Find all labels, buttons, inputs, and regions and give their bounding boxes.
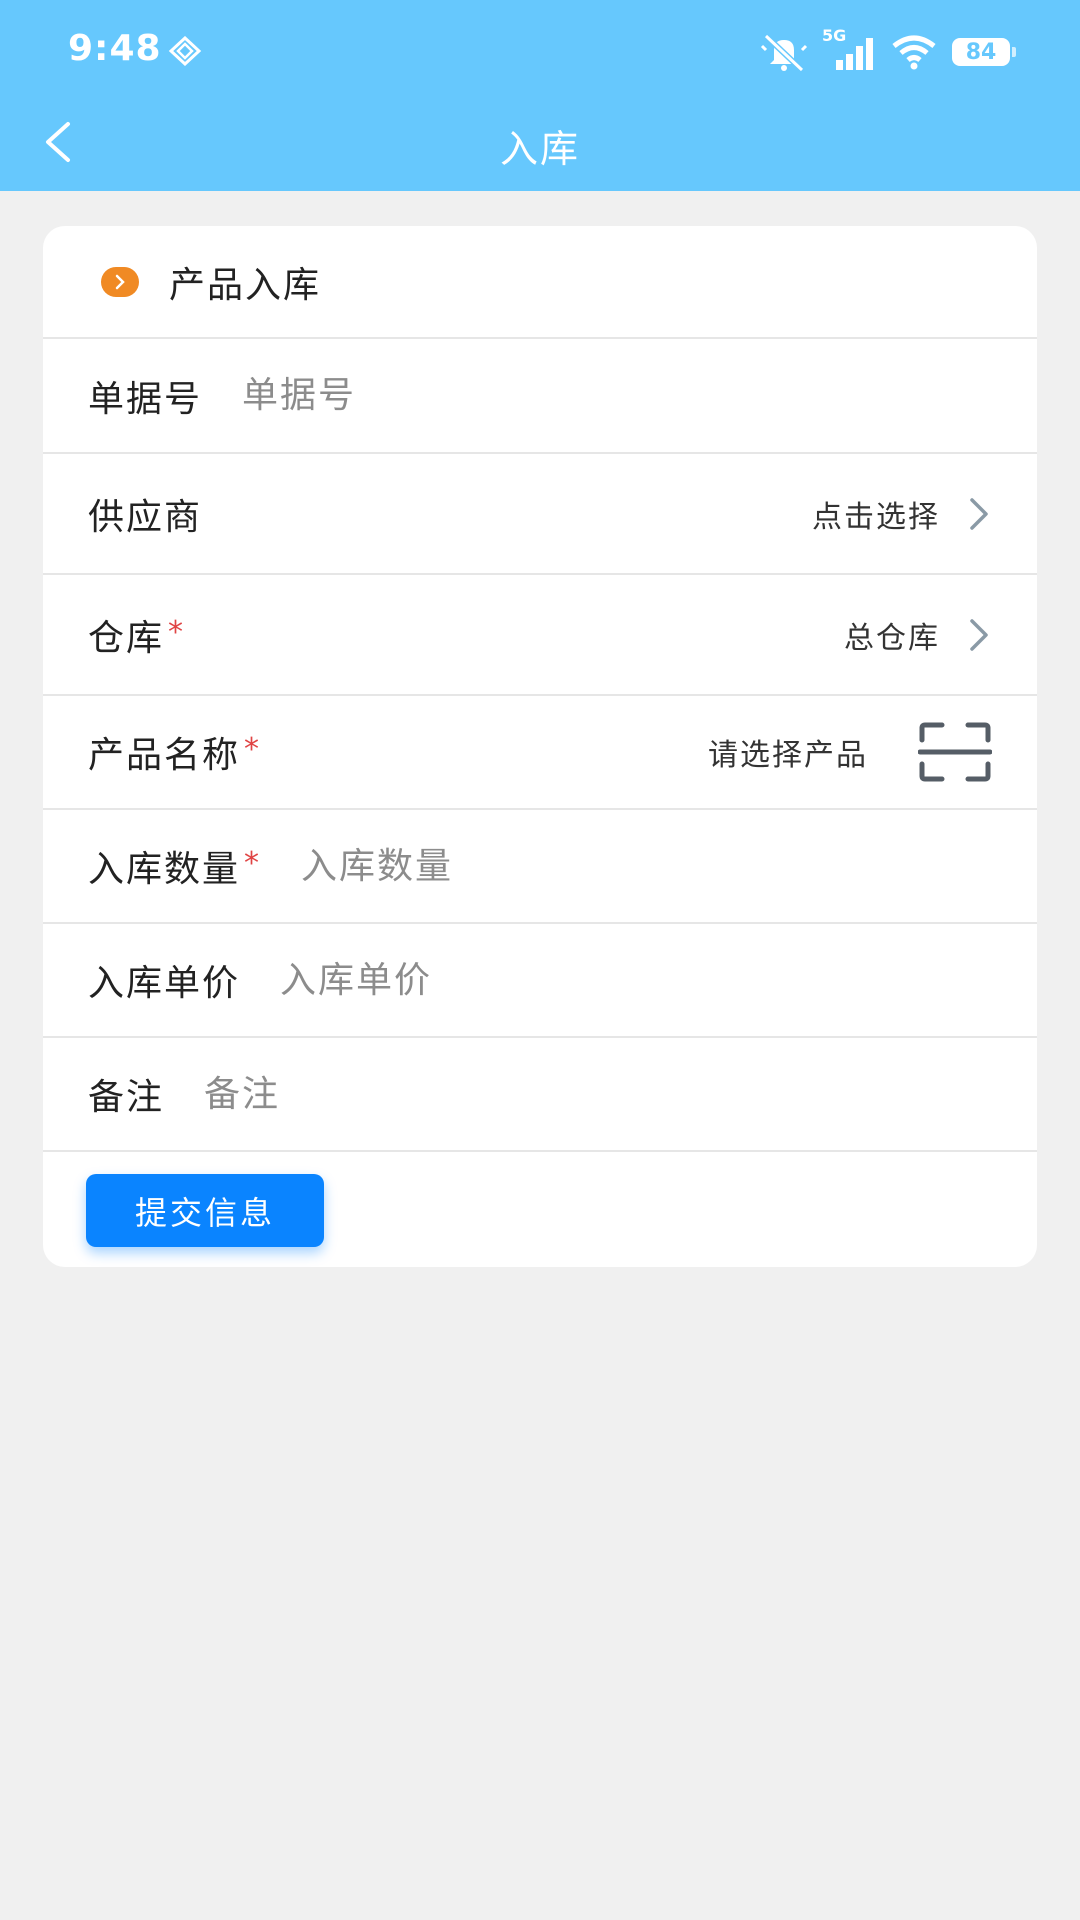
warehouse-selector[interactable]: 总仓库 <box>844 613 992 657</box>
doc-no-input[interactable] <box>242 375 992 416</box>
row-product[interactable]: 产品名称 * 请选择产品 <box>43 696 1037 810</box>
page-title: 入库 <box>499 127 580 171</box>
row-quantity: 入库数量 * <box>43 810 1037 924</box>
required-mark: * <box>244 732 262 767</box>
inbound-form-card: 产品入库 单据号 供应商 点击选择 仓库* 总仓库 产品名称* 请选择产品 <box>43 226 1037 1267</box>
battery-icon: 84 <box>952 38 1016 66</box>
warehouse-label: 仓库 * <box>88 614 186 659</box>
required-mark: * <box>244 846 262 881</box>
row-supplier[interactable]: 供应商 点击选择 <box>43 454 1037 575</box>
chevron-right-badge-icon <box>101 266 139 297</box>
product-value[interactable]: 请选择产品 <box>708 730 868 774</box>
unit-price-label: 入库单价 <box>88 963 241 1004</box>
status-time: 9:48 <box>68 28 162 69</box>
doc-no-label: 单据号 <box>88 378 203 420</box>
status-icons: 5G 84 <box>760 26 1016 74</box>
wifi-icon <box>892 35 936 70</box>
quantity-input[interactable] <box>301 845 992 887</box>
app-header: 9:48 5G 84 入库 <box>0 0 1080 191</box>
section-header: 产品入库 <box>43 226 1037 339</box>
remark-label: 备注 <box>88 1077 165 1118</box>
signal-bars-icon <box>836 38 873 70</box>
remark-input[interactable] <box>204 1073 992 1115</box>
mute-bell-icon <box>760 33 808 72</box>
section-title: 产品入库 <box>169 264 322 306</box>
chevron-right-icon <box>970 618 988 651</box>
supplier-label: 供应商 <box>88 496 203 538</box>
row-warehouse[interactable]: 仓库 * 总仓库 <box>43 575 1037 696</box>
product-label: 产品名称 * <box>88 732 262 776</box>
warehouse-value: 总仓库 <box>844 620 940 656</box>
unit-price-input[interactable] <box>280 959 992 1001</box>
row-unit-price: 入库单价 <box>43 924 1037 1038</box>
row-doc-no: 单据号 <box>43 339 1037 454</box>
signal-indicator: 5G <box>822 26 876 72</box>
product-selector[interactable]: 请选择产品 <box>708 722 992 782</box>
scan-icon[interactable] <box>918 722 992 782</box>
supplier-selector[interactable]: 点击选择 <box>812 492 992 536</box>
battery-level: 84 <box>965 39 997 65</box>
quantity-label: 入库数量 * <box>88 846 262 890</box>
submit-area: 提交信息 <box>43 1152 1037 1247</box>
supplier-value: 点击选择 <box>812 499 940 535</box>
chevron-right-icon <box>970 497 988 530</box>
row-remark: 备注 <box>43 1038 1037 1152</box>
diamond-grid-icon <box>168 36 202 66</box>
required-mark: * <box>168 614 186 650</box>
submit-button[interactable]: 提交信息 <box>86 1174 324 1247</box>
